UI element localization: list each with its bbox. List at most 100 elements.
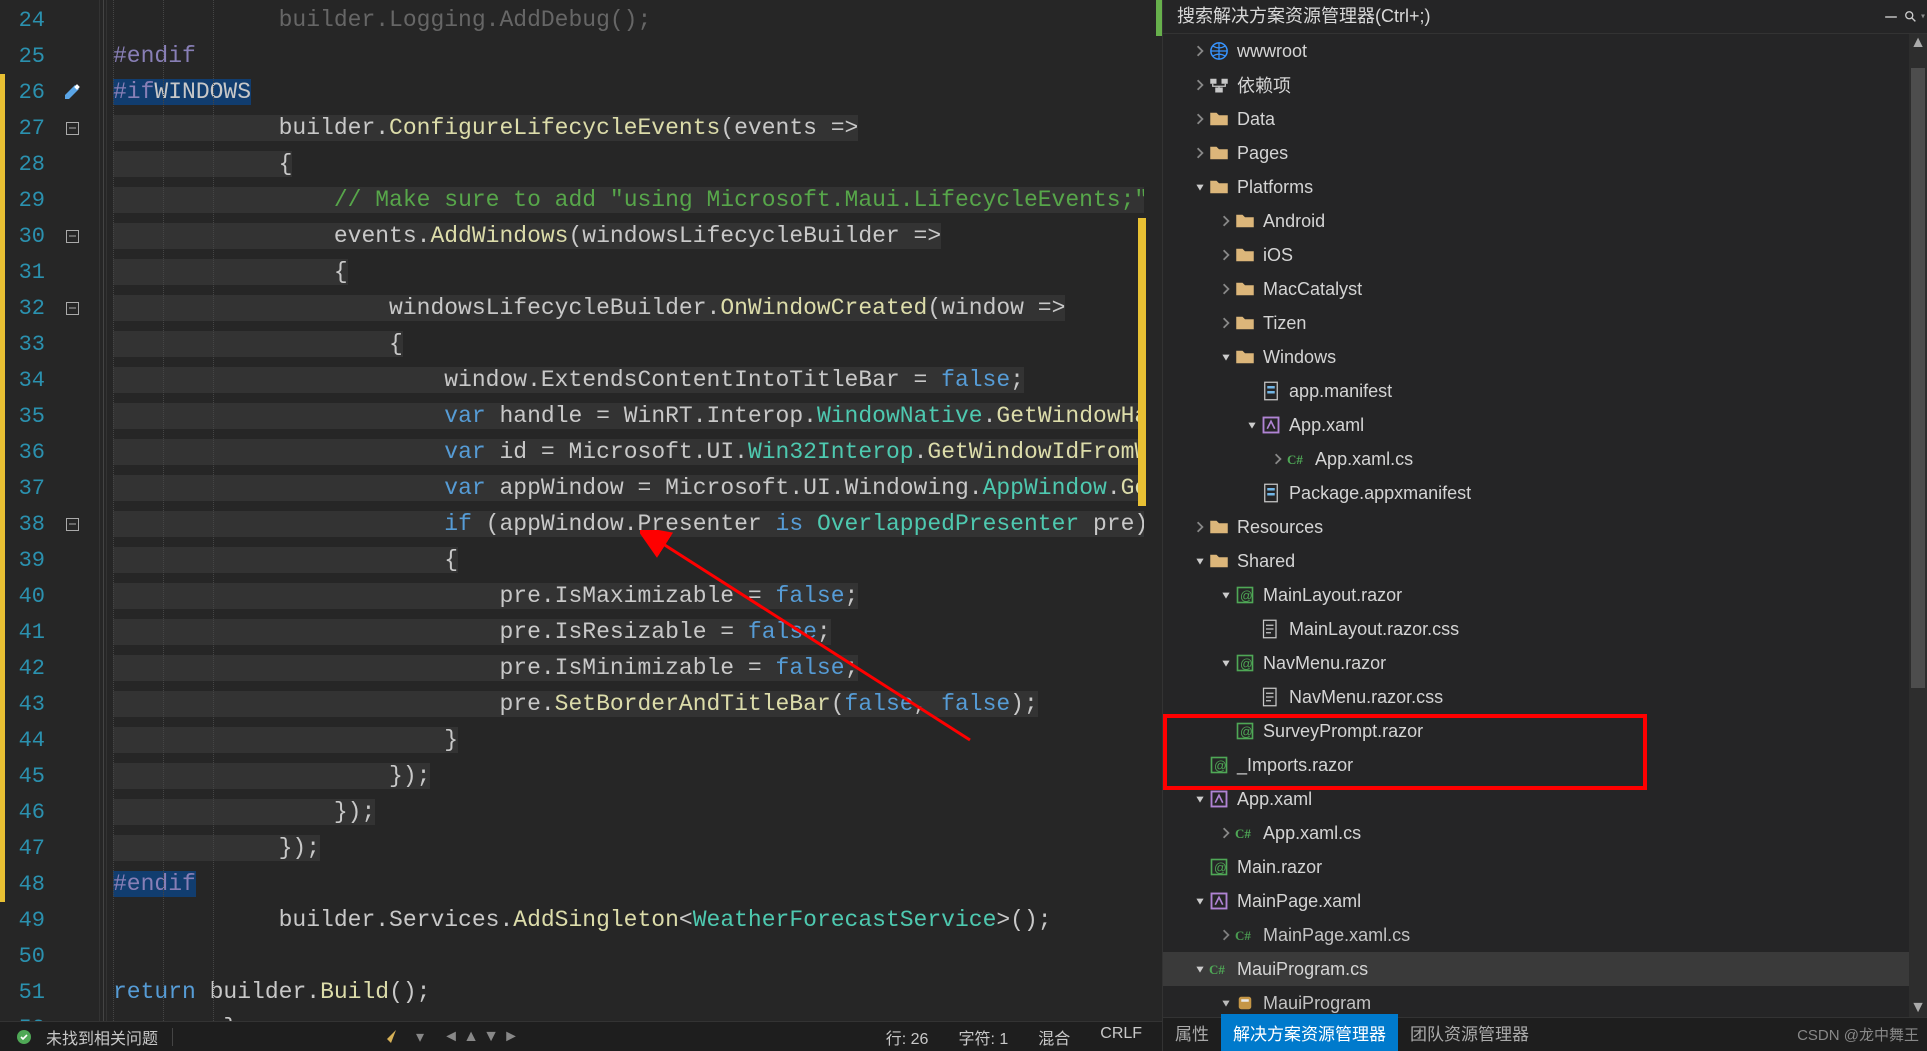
tree-item-resources[interactable]: Resources <box>1163 510 1909 544</box>
code-line[interactable]: { <box>107 146 1162 182</box>
tree-item-shared[interactable]: Shared <box>1163 544 1909 578</box>
chevron-right-icon[interactable] <box>1269 450 1287 468</box>
chevron-down-icon[interactable] <box>1191 960 1209 978</box>
code-line[interactable]: var handle = WinRT.Interop.WindowNative.… <box>107 398 1162 434</box>
chevron-right-icon[interactable] <box>1191 144 1209 162</box>
code-line[interactable]: }); <box>107 758 1162 794</box>
code-line[interactable] <box>107 938 1162 974</box>
code-line[interactable]: pre.IsMinimizable = false; <box>107 650 1162 686</box>
code-line[interactable]: return builder.Build(); <box>107 974 1162 1010</box>
chevron-right-icon[interactable] <box>1217 926 1235 944</box>
brush-icon[interactable] <box>380 1028 398 1046</box>
tree-item-windows[interactable]: Windows <box>1163 340 1909 374</box>
code-line[interactable]: // Make sure to add "using Microsoft.Mau… <box>107 182 1162 218</box>
code-line[interactable]: pre.IsResizable = false; <box>107 614 1162 650</box>
chevron-right-icon[interactable] <box>1217 212 1235 230</box>
code-line[interactable]: { <box>107 254 1162 290</box>
fold-icon[interactable] <box>66 302 79 315</box>
tree-item-mainpage-xaml[interactable]: MainPage.xaml <box>1163 884 1909 918</box>
chevron-down-icon[interactable] <box>1217 586 1235 604</box>
fold-icon[interactable] <box>66 230 79 243</box>
tree-item-app-xaml-cs[interactable]: C#App.xaml.cs <box>1163 816 1909 850</box>
tree-item-ios[interactable]: iOS <box>1163 238 1909 272</box>
chevron-down-icon[interactable] <box>1191 178 1209 196</box>
overview-ruler[interactable] <box>1144 0 1162 1021</box>
tree-item-package-appxmanifest[interactable]: Package.appxmanifest <box>1163 476 1909 510</box>
code-line[interactable]: var id = Microsoft.UI.Win32Interop.GetWi… <box>107 434 1162 470</box>
code-line[interactable]: }); <box>107 794 1162 830</box>
search-input[interactable] <box>1163 0 1879 33</box>
code-line[interactable]: } <box>107 1010 1162 1021</box>
status-char[interactable]: 字符: 1 <box>958 1025 1008 1049</box>
tree-item-app-xaml-cs[interactable]: C#App.xaml.cs <box>1163 442 1909 476</box>
chevron-right-icon[interactable] <box>1217 314 1235 332</box>
code-area[interactable]: 2425262728293031323334353637383940414243… <box>0 0 1162 1021</box>
search-icon[interactable]: ▾ <box>1903 0 1927 33</box>
search-options-dropdown[interactable] <box>1879 0 1903 33</box>
code-line[interactable]: var appWindow = Microsoft.UI.Windowing.A… <box>107 470 1162 506</box>
code-line[interactable]: #endif <box>107 38 1162 74</box>
tree-item-main-razor[interactable]: @Main.razor <box>1163 850 1909 884</box>
tab-properties[interactable]: 属性 <box>1163 1014 1221 1051</box>
chevron-down-icon[interactable] <box>1217 994 1235 1012</box>
tree-item-surveyprompt-razor[interactable]: @SurveyPrompt.razor <box>1163 714 1909 748</box>
code-line[interactable]: window.ExtendsContentIntoTitleBar = fals… <box>107 362 1162 398</box>
status-line[interactable]: 行: 26 <box>886 1025 929 1049</box>
chevron-down-icon[interactable] <box>1217 348 1235 366</box>
chevron-right-icon[interactable] <box>1191 518 1209 536</box>
code-line[interactable]: windowsLifecycleBuilder.OnWindowCreated(… <box>107 290 1162 326</box>
chevron-down-icon[interactable] <box>1191 892 1209 910</box>
code-column[interactable]: builder.Logging.AddDebug();#endif#if WIN… <box>107 0 1162 1021</box>
code-line[interactable]: #if WINDOWS <box>107 74 1162 110</box>
tree-item-data[interactable]: Data <box>1163 102 1909 136</box>
tree-item-mainlayout-razor-css[interactable]: MainLayout.razor.css <box>1163 612 1909 646</box>
fold-icon[interactable] <box>66 122 79 135</box>
chevron-right-icon[interactable] <box>1191 110 1209 128</box>
chevron-down-icon[interactable] <box>1191 790 1209 808</box>
tree-item-app-xaml[interactable]: App.xaml <box>1163 782 1909 816</box>
nav-arrows[interactable]: ◄▲▼► <box>442 1026 520 1048</box>
tree-item-android[interactable]: Android <box>1163 204 1909 238</box>
code-line[interactable]: builder.ConfigureLifecycleEvents(events … <box>107 110 1162 146</box>
tree-item--imports-razor[interactable]: @_Imports.razor <box>1163 748 1909 782</box>
chevron-down-icon[interactable] <box>1243 416 1261 434</box>
tab-solution-explorer[interactable]: 解决方案资源管理器 <box>1221 1014 1398 1051</box>
code-line[interactable]: #endif <box>107 866 1162 902</box>
tree-item-pages[interactable]: Pages <box>1163 136 1909 170</box>
tree-item-mainpage-xaml-cs[interactable]: C#MainPage.xaml.cs <box>1163 918 1909 952</box>
code-line[interactable]: builder.Services.AddSingleton<WeatherFor… <box>107 902 1162 938</box>
tree-item-app-xaml[interactable]: App.xaml <box>1163 408 1909 442</box>
code-line[interactable]: events.AddWindows(windowsLifecycleBuilde… <box>107 218 1162 254</box>
tree-item-mauiprogram[interactable]: MauiProgram <box>1163 986 1909 1017</box>
chevron-right-icon[interactable] <box>1217 280 1235 298</box>
status-mixed[interactable]: 混合 <box>1038 1025 1070 1049</box>
chevron-right-icon[interactable] <box>1191 42 1209 60</box>
chevron-right-icon[interactable] <box>1217 824 1235 842</box>
tree-item-navmenu-razor-css[interactable]: NavMenu.razor.css <box>1163 680 1909 714</box>
code-line[interactable]: { <box>107 542 1162 578</box>
solution-tree[interactable]: wwwroot依赖项DataPagesPlatformsAndroidiOSMa… <box>1163 34 1927 1017</box>
tree-item--[interactable]: 依赖项 <box>1163 68 1909 102</box>
tree-item-navmenu-razor[interactable]: @NavMenu.razor <box>1163 646 1909 680</box>
tree-item-wwwroot[interactable]: wwwroot <box>1163 34 1909 68</box>
status-crlf[interactable]: CRLF <box>1100 1025 1142 1049</box>
code-line[interactable]: pre.IsMaximizable = false; <box>107 578 1162 614</box>
chevron-down-icon[interactable] <box>1191 552 1209 570</box>
chevron-right-icon[interactable] <box>1191 76 1209 94</box>
chevron-right-icon[interactable] <box>1217 246 1235 264</box>
tree-item-mainlayout-razor[interactable]: @MainLayout.razor <box>1163 578 1909 612</box>
tree-item-platforms[interactable]: Platforms <box>1163 170 1909 204</box>
tree-item-mauiprogram-cs[interactable]: C#MauiProgram.cs <box>1163 952 1909 986</box>
tree-scrollbar[interactable]: ▲ ▼ <box>1909 34 1927 1017</box>
code-line[interactable]: }); <box>107 830 1162 866</box>
tab-team-explorer[interactable]: 团队资源管理器 <box>1398 1014 1541 1051</box>
code-line[interactable]: if (appWindow.Presenter is OverlappedPre… <box>107 506 1162 542</box>
tree-item-app-manifest[interactable]: app.manifest <box>1163 374 1909 408</box>
tree-item-maccatalyst[interactable]: MacCatalyst <box>1163 272 1909 306</box>
chevron-down-icon[interactable] <box>1217 654 1235 672</box>
code-line[interactable]: } <box>107 722 1162 758</box>
code-line[interactable]: pre.SetBorderAndTitleBar(false, false); <box>107 686 1162 722</box>
code-line[interactable]: builder.Logging.AddDebug(); <box>107 2 1162 38</box>
fold-icon[interactable] <box>66 518 79 531</box>
code-line[interactable]: { <box>107 326 1162 362</box>
